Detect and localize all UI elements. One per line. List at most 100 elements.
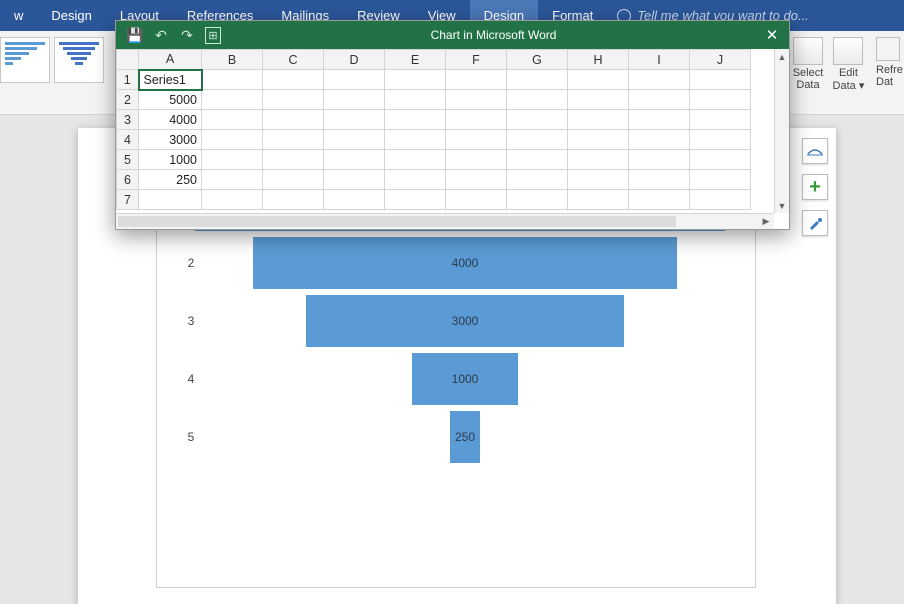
cell-D1[interactable]: [324, 70, 385, 90]
cell-H1[interactable]: [568, 70, 629, 90]
chart-bar-row[interactable]: 24000: [177, 234, 725, 292]
cell-G1[interactable]: [507, 70, 568, 90]
cell-D2[interactable]: [324, 90, 385, 110]
cell-D3[interactable]: [324, 110, 385, 130]
tab-design[interactable]: Design: [37, 0, 105, 31]
cell-C1[interactable]: [263, 70, 324, 90]
col-header-F[interactable]: F: [446, 50, 507, 70]
select-data-button[interactable]: Select Data: [790, 35, 826, 91]
cell-B1[interactable]: [202, 70, 263, 90]
cell-D4[interactable]: [324, 130, 385, 150]
scroll-down-icon[interactable]: ▼: [775, 198, 789, 213]
row-header-6[interactable]: 6: [117, 170, 139, 190]
cell-B7[interactable]: [202, 190, 263, 210]
col-header-E[interactable]: E: [385, 50, 446, 70]
cell-G2[interactable]: [507, 90, 568, 110]
cell-B6[interactable]: [202, 170, 263, 190]
col-header-C[interactable]: C: [263, 50, 324, 70]
cell-B5[interactable]: [202, 150, 263, 170]
refresh-data-button[interactable]: Refre Dat: [876, 37, 904, 88]
cell-H4[interactable]: [568, 130, 629, 150]
cell-I4[interactable]: [629, 130, 690, 150]
cell-I3[interactable]: [629, 110, 690, 130]
scroll-up-icon[interactable]: ▲: [775, 49, 789, 64]
cell-E7[interactable]: [385, 190, 446, 210]
cell-D6[interactable]: [324, 170, 385, 190]
cell-H6[interactable]: [568, 170, 629, 190]
cell-E3[interactable]: [385, 110, 446, 130]
cell-J7[interactable]: [690, 190, 751, 210]
cell-F3[interactable]: [446, 110, 507, 130]
cell-E5[interactable]: [385, 150, 446, 170]
chart-bar-row[interactable]: 41000: [177, 350, 725, 408]
cell-C6[interactable]: [263, 170, 324, 190]
cell-B4[interactable]: [202, 130, 263, 150]
cell-J3[interactable]: [690, 110, 751, 130]
col-header-D[interactable]: D: [324, 50, 385, 70]
cell-A4[interactable]: 3000: [139, 130, 202, 150]
funnel-bar[interactable]: 1000: [412, 353, 518, 405]
cell-J6[interactable]: [690, 170, 751, 190]
horizontal-scrollbar[interactable]: ◀ ▶: [116, 213, 774, 229]
chart-styles-button[interactable]: [802, 210, 828, 236]
funnel-bar[interactable]: 3000: [306, 295, 624, 347]
col-header-B[interactable]: B: [202, 50, 263, 70]
chart-layout-options-button[interactable]: [802, 138, 828, 164]
cell-C3[interactable]: [263, 110, 324, 130]
cell-G5[interactable]: [507, 150, 568, 170]
cell-A6[interactable]: 250: [139, 170, 202, 190]
chart-bar-row[interactable]: 5250: [177, 408, 725, 466]
cell-A1[interactable]: Series1: [139, 70, 202, 90]
cell-F7[interactable]: [446, 190, 507, 210]
cell-F4[interactable]: [446, 130, 507, 150]
open-in-excel-button[interactable]: ⊞: [202, 24, 224, 46]
cell-D5[interactable]: [324, 150, 385, 170]
cell-A3[interactable]: 4000: [139, 110, 202, 130]
cell-G4[interactable]: [507, 130, 568, 150]
chart-elements-button[interactable]: +: [802, 174, 828, 200]
cell-E4[interactable]: [385, 130, 446, 150]
row-header-4[interactable]: 4: [117, 130, 139, 150]
spreadsheet-grid[interactable]: ABCDEFGHIJ1Series12500034000430005100062…: [116, 49, 789, 213]
style-thumb-2[interactable]: [54, 37, 104, 83]
undo-button[interactable]: ↶: [150, 24, 172, 46]
cell-I5[interactable]: [629, 150, 690, 170]
cell-I1[interactable]: [629, 70, 690, 90]
col-header-A[interactable]: A: [139, 50, 202, 70]
cell-G3[interactable]: [507, 110, 568, 130]
cell-E2[interactable]: [385, 90, 446, 110]
cell-G7[interactable]: [507, 190, 568, 210]
cell-B3[interactable]: [202, 110, 263, 130]
cell-A2[interactable]: 5000: [139, 90, 202, 110]
cell-G6[interactable]: [507, 170, 568, 190]
cell-D7[interactable]: [324, 190, 385, 210]
funnel-bar[interactable]: 4000: [253, 237, 677, 289]
redo-button[interactable]: ↷: [176, 24, 198, 46]
cell-A7[interactable]: [139, 190, 202, 210]
funnel-bar[interactable]: 250: [450, 411, 480, 463]
cell-A5[interactable]: 1000: [139, 150, 202, 170]
edit-data-button[interactable]: Edit Data ▾: [830, 35, 866, 92]
row-header-1[interactable]: 1: [117, 70, 139, 90]
col-header-G[interactable]: G: [507, 50, 568, 70]
cell-F2[interactable]: [446, 90, 507, 110]
cell-I2[interactable]: [629, 90, 690, 110]
cell-J4[interactable]: [690, 130, 751, 150]
col-header-J[interactable]: J: [690, 50, 751, 70]
cell-I7[interactable]: [629, 190, 690, 210]
cell-E6[interactable]: [385, 170, 446, 190]
cell-E1[interactable]: [385, 70, 446, 90]
cell-J5[interactable]: [690, 150, 751, 170]
cell-F6[interactable]: [446, 170, 507, 190]
scroll-right-icon[interactable]: ▶: [758, 214, 774, 229]
cell-H5[interactable]: [568, 150, 629, 170]
select-all-corner[interactable]: [117, 50, 139, 70]
row-header-5[interactable]: 5: [117, 150, 139, 170]
col-header-I[interactable]: I: [629, 50, 690, 70]
scroll-thumb[interactable]: [118, 216, 676, 227]
chart-bar-row[interactable]: 33000: [177, 292, 725, 350]
close-button[interactable]: ✕: [755, 21, 789, 49]
cell-F1[interactable]: [446, 70, 507, 90]
chart-style-gallery[interactable]: [0, 37, 104, 103]
style-thumb-1[interactable]: [0, 37, 50, 83]
